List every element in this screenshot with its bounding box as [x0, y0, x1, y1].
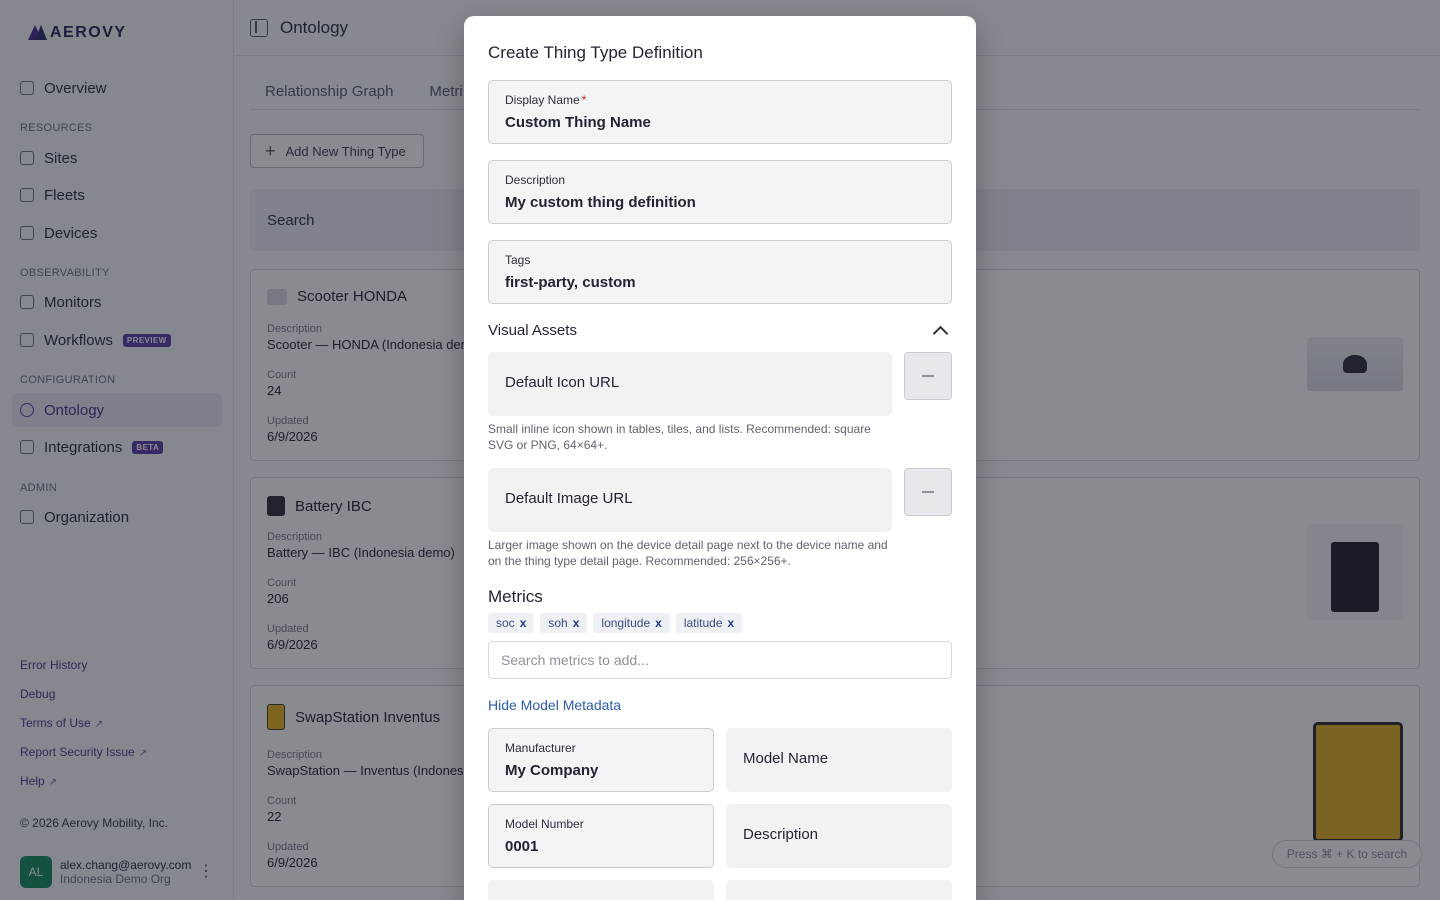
- tags-field[interactable]: Tags first-party, custom: [488, 240, 952, 304]
- metric-chip: longitude x: [593, 613, 670, 633]
- empty-preview-icon: [922, 375, 934, 377]
- metric-chip: latitude x: [675, 613, 743, 633]
- metric-chip: soc x: [488, 613, 535, 633]
- description-field[interactable]: Description My custom thing definition: [488, 160, 952, 224]
- metrics-title: Metrics: [488, 587, 543, 606]
- create-thing-type-modal: Create Thing Type Definition Display Nam…: [464, 16, 976, 900]
- metric-chip-label: longitude: [601, 616, 651, 630]
- model-number-label: Model Number: [505, 817, 584, 831]
- image-preview: [904, 468, 952, 516]
- display-name-value: Custom Thing Name: [505, 114, 651, 131]
- model-number-field[interactable]: Model Number 0001: [488, 804, 714, 868]
- model-number-value: 0001: [505, 838, 539, 855]
- default-icon-url-input[interactable]: Default Icon URL: [488, 352, 892, 416]
- metric-chip-label: soc: [496, 616, 515, 630]
- icon-preview: [904, 352, 952, 400]
- model-description-placeholder: Description: [743, 826, 819, 843]
- metric-chip-label: soh: [548, 616, 568, 630]
- remove-chip-button[interactable]: x: [655, 616, 662, 630]
- metric-chips: soc x soh x longitude x latitude x: [488, 613, 743, 633]
- next-field-right[interactable]: [726, 880, 952, 900]
- next-field-left[interactable]: [488, 880, 714, 900]
- remove-chip-button[interactable]: x: [573, 616, 580, 630]
- empty-preview-icon: [922, 491, 934, 493]
- visual-assets-title: Visual Assets: [488, 322, 577, 339]
- modal-title: Create Thing Type Definition: [488, 43, 703, 62]
- default-image-url-placeholder: Default Image URL: [505, 490, 633, 507]
- default-image-url-input[interactable]: Default Image URL: [488, 468, 892, 532]
- chevron-up-icon: [932, 325, 949, 342]
- manufacturer-field[interactable]: Manufacturer My Company: [488, 728, 714, 792]
- description-label: Description: [505, 173, 566, 187]
- icon-url-help: Small inline icon shown in tables, tiles…: [488, 422, 871, 452]
- tags-value: first-party, custom: [505, 274, 636, 291]
- manufacturer-value: My Company: [505, 762, 599, 779]
- default-icon-url-placeholder: Default Icon URL: [505, 374, 620, 391]
- remove-chip-button[interactable]: x: [728, 616, 735, 630]
- metrics-search-input[interactable]: [488, 641, 952, 679]
- visual-assets-header[interactable]: Visual Assets: [488, 322, 952, 342]
- tags-label: Tags: [505, 253, 531, 267]
- metric-chip: soh x: [540, 613, 588, 633]
- model-name-placeholder: Model Name: [743, 750, 829, 767]
- hide-model-metadata-link[interactable]: Hide Model Metadata: [488, 697, 621, 713]
- display-name-field[interactable]: Display Name * Custom Thing Name: [488, 80, 952, 144]
- model-description-input[interactable]: Description: [726, 804, 952, 868]
- metric-chip-label: latitude: [683, 616, 723, 630]
- required-marker: *: [581, 93, 587, 107]
- remove-chip-button[interactable]: x: [520, 616, 527, 630]
- display-name-label: Display Name *: [505, 93, 587, 107]
- image-url-help: Larger image shown on the device detail …: [488, 538, 888, 568]
- manufacturer-label: Manufacturer: [505, 741, 576, 755]
- model-name-input[interactable]: Model Name: [726, 728, 952, 792]
- description-value: My custom thing definition: [505, 194, 696, 211]
